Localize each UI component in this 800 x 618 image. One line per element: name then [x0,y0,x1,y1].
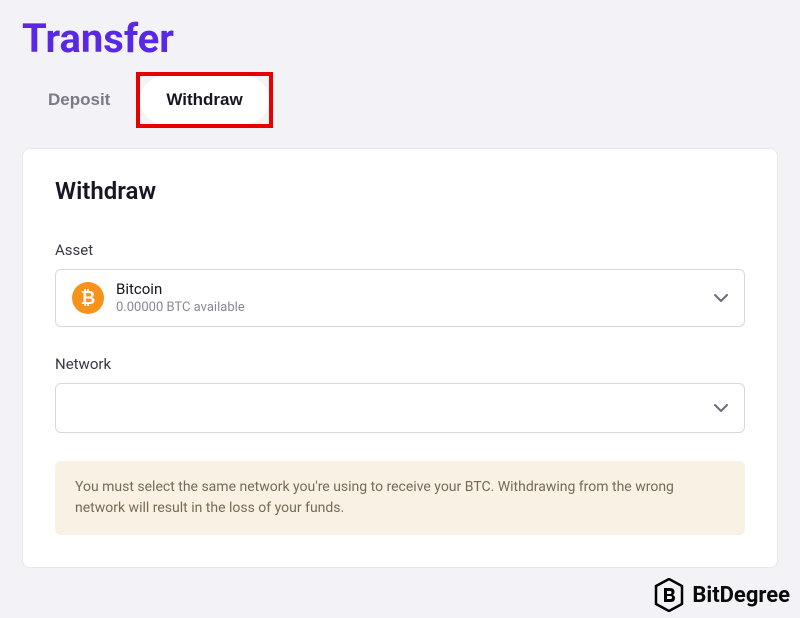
chevron-down-icon [714,294,728,302]
asset-field-group: Asset ₿ Bitcoin 0.00000 BTC available [55,241,745,327]
tabs-container: Deposit Withdraw [0,72,800,128]
bitcoin-icon: ₿ [72,282,104,314]
highlight-annotation: Withdraw [136,72,272,128]
asset-label: Asset [55,241,745,259]
tab-deposit[interactable]: Deposit [22,72,136,128]
watermark: BitDegree [654,578,790,612]
network-label: Network [55,355,745,373]
asset-selected-content: ₿ Bitcoin 0.00000 BTC available [72,280,245,316]
tab-withdraw[interactable]: Withdraw [140,76,268,124]
page-title: Transfer [0,0,800,72]
asset-name: Bitcoin [116,280,245,300]
card-title: Withdraw [55,177,745,205]
asset-text-wrapper: Bitcoin 0.00000 BTC available [116,280,245,316]
bitdegree-logo-icon [654,578,684,612]
chevron-down-icon [714,404,728,412]
withdraw-card: Withdraw Asset ₿ Bitcoin 0.00000 BTC ava… [22,148,778,568]
warning-text: You must select the same network you're … [75,477,725,519]
asset-available: 0.00000 BTC available [116,300,245,317]
asset-select[interactable]: ₿ Bitcoin 0.00000 BTC available [55,269,745,327]
warning-box: You must select the same network you're … [55,461,745,535]
watermark-text: BitDegree [692,583,790,608]
network-field-group: Network [55,355,745,433]
network-select[interactable] [55,383,745,433]
